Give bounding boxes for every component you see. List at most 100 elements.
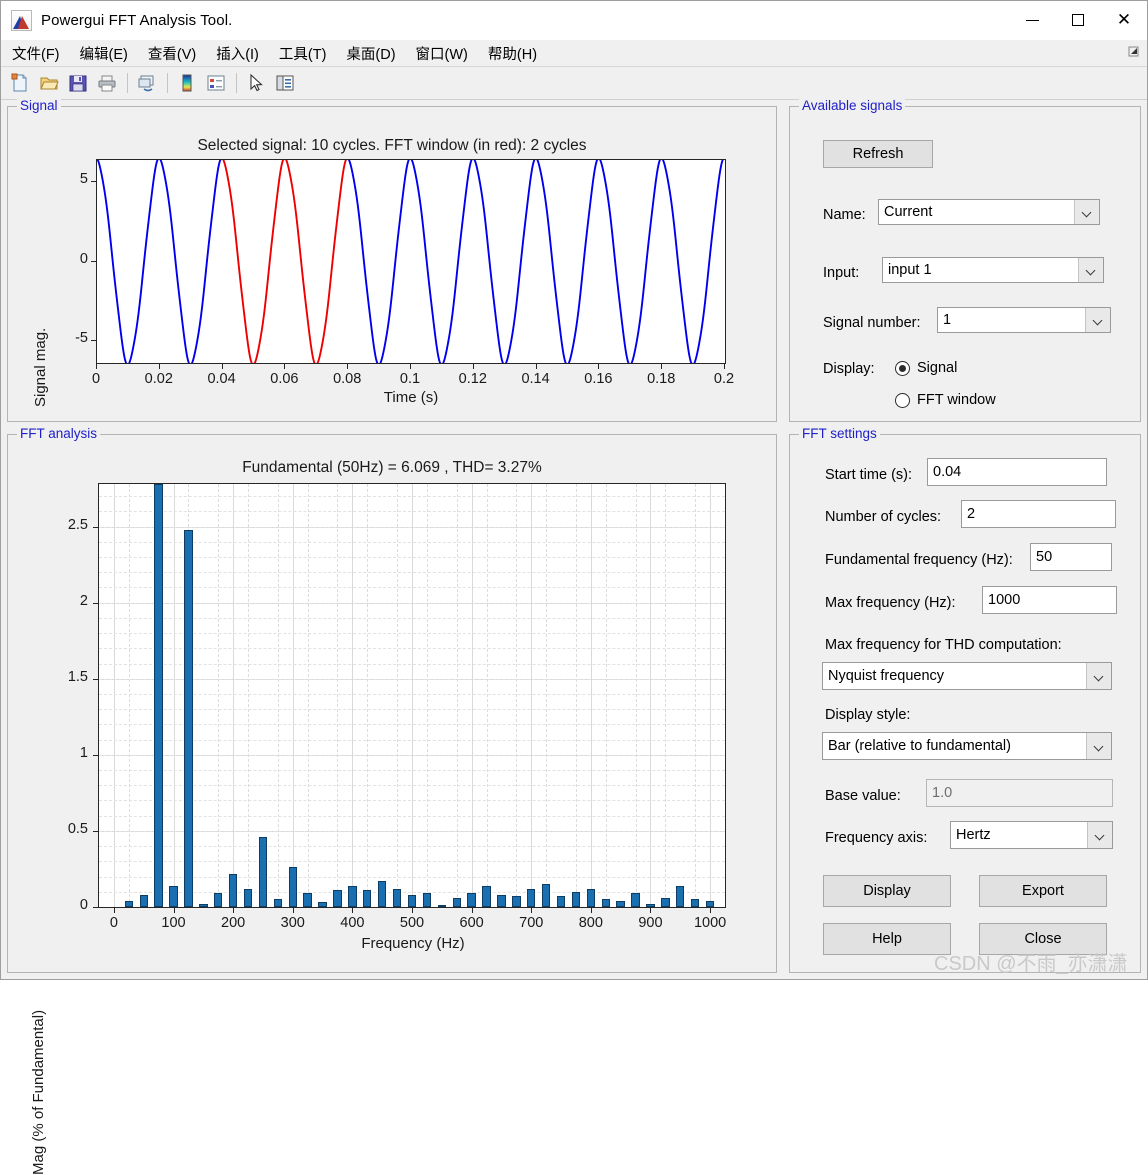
- fundamental-frequency-value: 50: [1036, 549, 1053, 565]
- fft-y-tickmark: [93, 830, 98, 832]
- menu-bar: 文件(F) 编辑(E) 查看(V) 插入(I) 工具(T) 桌面(D) 窗口(W…: [1, 40, 1147, 67]
- signal-number-select[interactable]: 1: [937, 307, 1111, 333]
- open-file-button[interactable]: [35, 69, 63, 97]
- signal-x-ticklabel: 0.12: [458, 371, 487, 387]
- display-button[interactable]: Display: [823, 875, 951, 907]
- signal-x-ticklabel: 0.06: [270, 371, 299, 387]
- fft-bar: [422, 893, 432, 907]
- signal-x-tickmark: [158, 364, 160, 369]
- max-frequency-value: 1000: [988, 592, 1021, 608]
- dock-arrow-icon[interactable]: [1126, 45, 1140, 59]
- close-button[interactable]: ✕: [1101, 1, 1147, 39]
- menu-tools[interactable]: 工具(T): [270, 41, 336, 66]
- signal-plot-area[interactable]: [96, 159, 726, 364]
- display-style-label: Display style:: [825, 707, 911, 723]
- signal-y-ticklabel: 5: [79, 171, 88, 188]
- menu-edit[interactable]: 编辑(E): [71, 41, 137, 66]
- fft-x-ticklabel: 300: [280, 915, 305, 931]
- chevron-down-icon: [1078, 258, 1103, 282]
- input-label: Input:: [823, 265, 860, 281]
- frequency-axis-value: Hertz: [956, 827, 991, 843]
- minimize-button[interactable]: [1009, 1, 1055, 39]
- signal-x-tickmark: [221, 364, 223, 369]
- fft-y-ticklabel: 1.5: [67, 668, 88, 685]
- export-button-label: Export: [1022, 883, 1064, 899]
- signal-x-tickmark: [347, 364, 349, 369]
- fft-bar: [437, 905, 446, 907]
- name-select[interactable]: Current: [878, 199, 1100, 225]
- signal-y-tickmark: [91, 339, 96, 341]
- save-figure-button[interactable]: [64, 69, 92, 97]
- maximize-button[interactable]: [1055, 1, 1101, 39]
- plot-browser-icon: [276, 75, 294, 91]
- signal-panel: Signal Selected signal: 10 cycles. FFT w…: [7, 98, 777, 422]
- toolbar-separator-2: [167, 73, 168, 93]
- fft-x-tickmark: [531, 908, 533, 913]
- fundamental-frequency-label: Fundamental frequency (Hz):: [825, 552, 1013, 568]
- legend-button[interactable]: [202, 69, 230, 97]
- fft-x-ticklabel: 200: [221, 915, 246, 931]
- signal-x-ticklabel: 0.2: [713, 371, 735, 387]
- fft-bar: [288, 867, 297, 907]
- menu-view[interactable]: 查看(V): [139, 41, 205, 66]
- fft-bar: [378, 881, 387, 907]
- fft-x-tickmark: [233, 908, 235, 913]
- legend-icon: [207, 75, 225, 91]
- menu-window[interactable]: 窗口(W): [407, 41, 477, 66]
- print-figure-icon: [98, 75, 116, 92]
- fft-x-axis-label: Frequency (Hz): [361, 935, 465, 952]
- signal-x-tickmark: [284, 364, 286, 369]
- tool-bar: [1, 67, 1147, 100]
- pointer-button[interactable]: [242, 69, 270, 97]
- fft-bar: [705, 900, 715, 907]
- title-bar: Powergui FFT Analysis Tool. ✕: [1, 1, 1147, 40]
- signal-x-tickmark: [535, 364, 537, 369]
- refresh-button[interactable]: Refresh: [823, 140, 933, 168]
- menu-insert[interactable]: 插入(I): [207, 41, 268, 66]
- link-plot-button[interactable]: [133, 69, 161, 97]
- link-plot-icon: [138, 75, 154, 92]
- fft-bar: [363, 890, 372, 907]
- help-button[interactable]: Help: [823, 923, 951, 955]
- max-frequency-input[interactable]: 1000: [982, 586, 1117, 614]
- fft-bar: [601, 899, 610, 907]
- menu-file[interactable]: 文件(F): [3, 41, 69, 66]
- print-figure-button[interactable]: [93, 69, 121, 97]
- new-figure-button[interactable]: [6, 69, 34, 97]
- fft-bar: [407, 894, 417, 907]
- fft-y-ticklabel: 0.5: [67, 820, 88, 837]
- max-frequency-thd-select[interactable]: Nyquist frequency: [822, 662, 1112, 690]
- open-file-icon: [40, 77, 59, 90]
- start-time-value: 0.04: [933, 464, 962, 480]
- colorbar-button[interactable]: [173, 69, 201, 97]
- input-select[interactable]: input 1: [882, 257, 1104, 283]
- start-time-input[interactable]: 0.04: [927, 458, 1107, 486]
- fft-bar-series: [99, 484, 725, 907]
- fft-y-tickmark: [93, 526, 98, 528]
- main-content: Signal Selected signal: 10 cycles. FFT w…: [1, 98, 1147, 1175]
- signal-x-tickmark: [598, 364, 600, 369]
- display-style-select[interactable]: Bar (relative to fundamental): [822, 732, 1112, 760]
- left-column: Signal Selected signal: 10 cycles. FFT w…: [1, 98, 783, 1175]
- base-value-value: 1.0: [932, 785, 953, 801]
- maximize-icon: [1072, 14, 1084, 26]
- plot-browser-button[interactable]: [271, 69, 299, 97]
- menu-help[interactable]: 帮助(H): [479, 41, 546, 66]
- fft-bar: [616, 900, 625, 907]
- fft-bar: [124, 900, 133, 907]
- fft-plot-area[interactable]: [98, 483, 726, 908]
- fft-y-tickmark: [93, 602, 98, 604]
- fft-bar: [228, 873, 238, 907]
- radio-display-fft-window[interactable]: FFT window: [895, 392, 996, 408]
- signal-x-ticklabel: 0: [91, 371, 101, 387]
- fft-y-ticklabel: 2.5: [67, 516, 88, 533]
- number-of-cycles-input[interactable]: 2: [961, 500, 1116, 528]
- fft-x-ticklabel: 400: [340, 915, 365, 931]
- radio-display-signal[interactable]: Signal: [895, 360, 957, 376]
- fundamental-frequency-input[interactable]: 50: [1030, 543, 1112, 571]
- close-dialog-button[interactable]: Close: [979, 923, 1107, 955]
- frequency-axis-select[interactable]: Hertz: [950, 821, 1113, 849]
- fft-x-tickmark: [650, 908, 652, 913]
- menu-desktop[interactable]: 桌面(D): [337, 41, 404, 66]
- export-button[interactable]: Export: [979, 875, 1107, 907]
